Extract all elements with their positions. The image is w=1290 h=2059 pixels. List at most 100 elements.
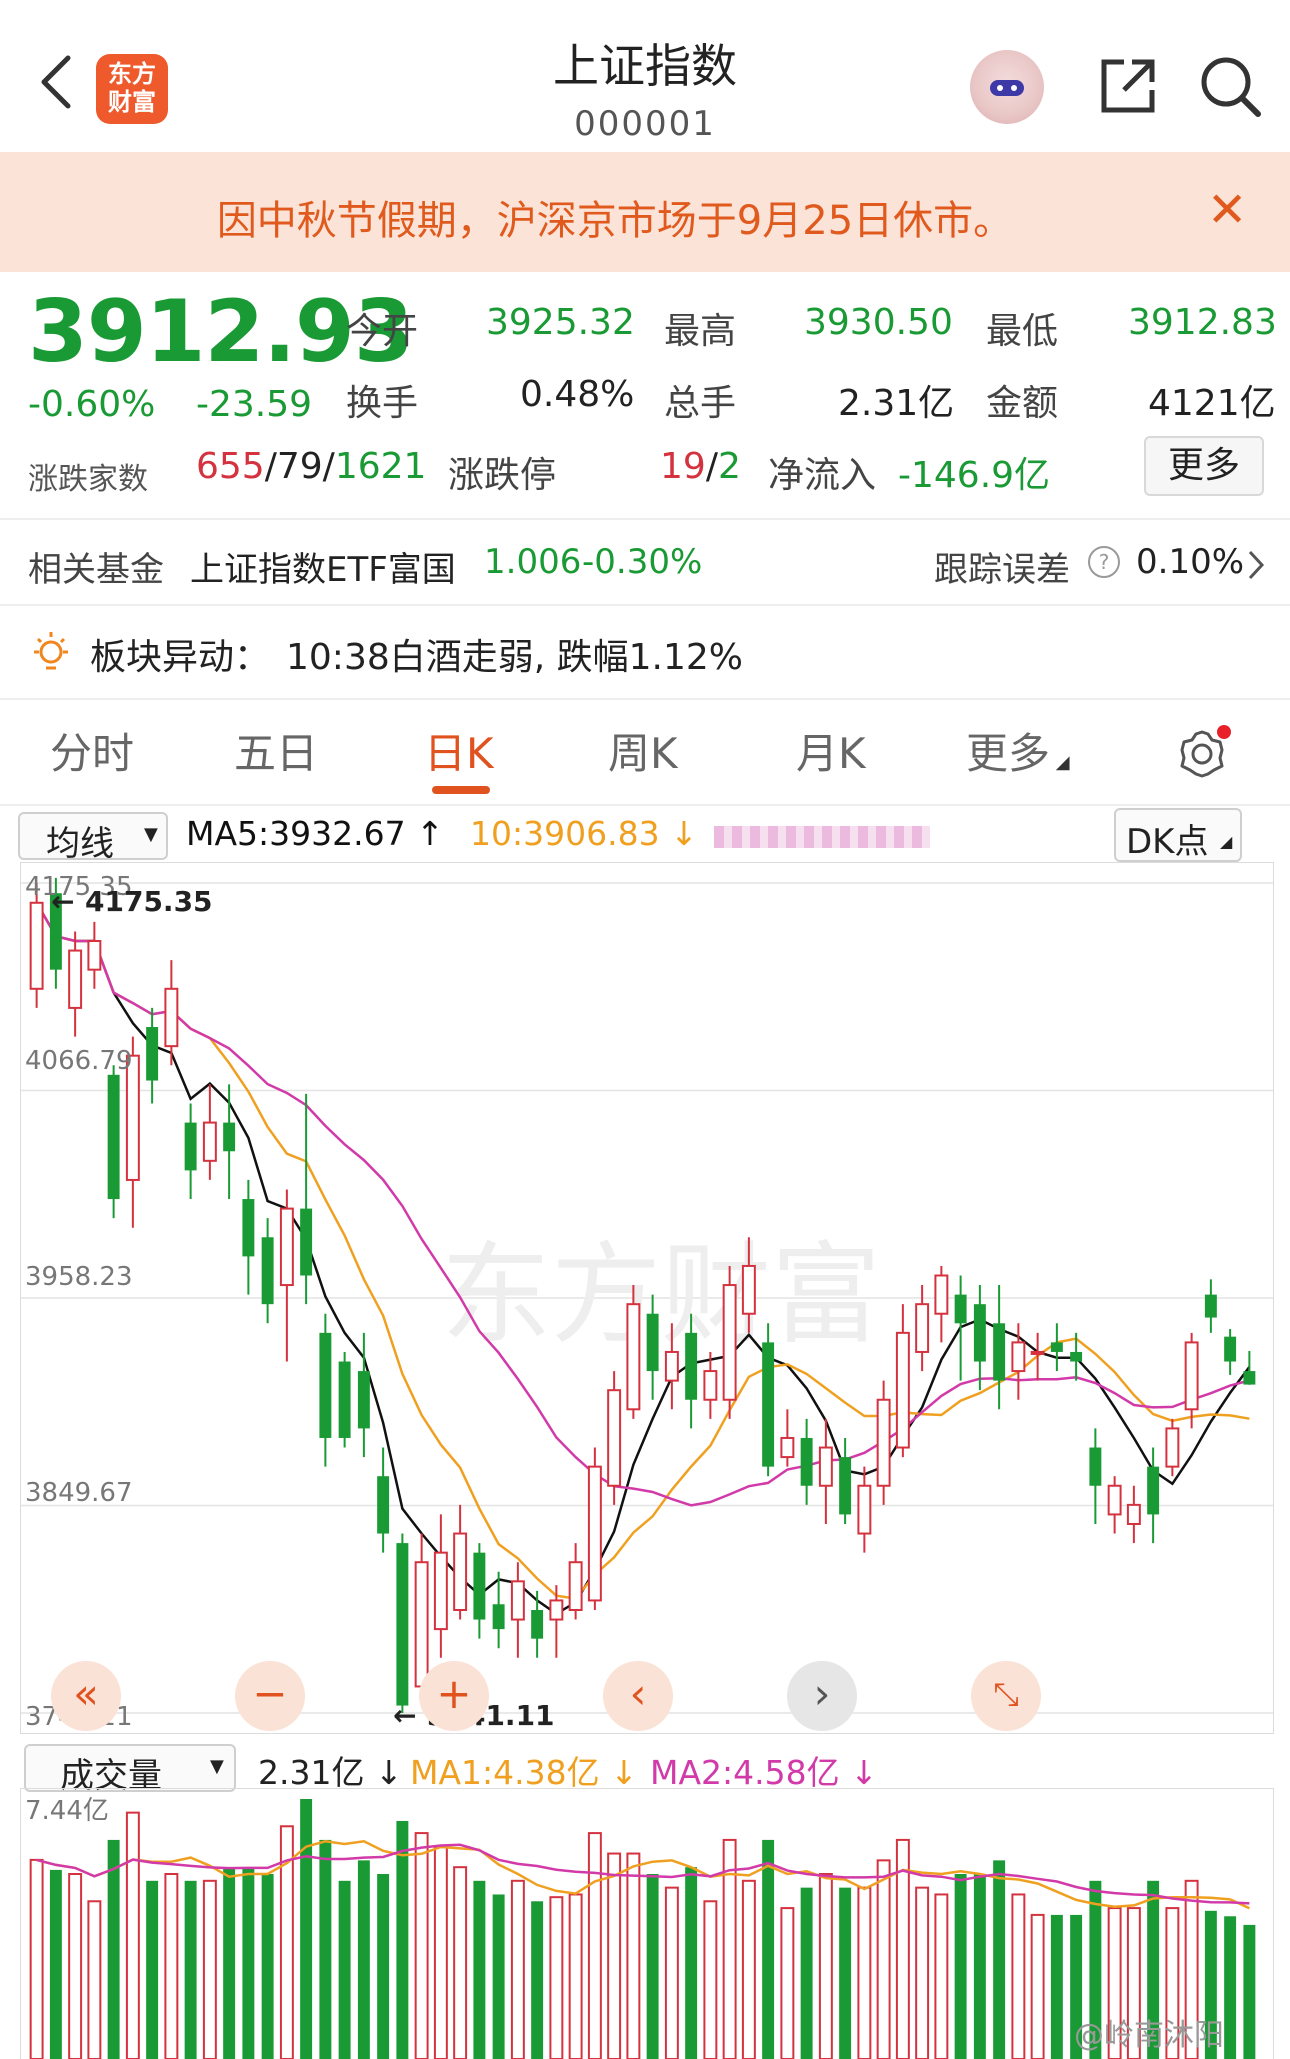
assistant-avatar[interactable] (970, 50, 1044, 124)
candle-body (915, 1303, 930, 1353)
high-value: 3930.50 (804, 302, 953, 343)
volume-bar (993, 1860, 1006, 2059)
search-icon[interactable] (1196, 52, 1264, 120)
ma-selector[interactable]: 均线 ▼ (18, 812, 168, 864)
volume-bar (202, 1879, 217, 2059)
vol-ma2-line (36, 1843, 1250, 1905)
dk-label: DK点 (1126, 822, 1209, 862)
fund-name[interactable]: 上证指数ETF富国 (190, 542, 456, 591)
candle-body (973, 1304, 986, 1362)
volume-selector[interactable]: 成交量 ▼ (24, 1744, 236, 1796)
volume-bar (626, 1852, 641, 2059)
candle-body (895, 1331, 910, 1449)
zoom-in-button[interactable]: + (419, 1661, 489, 1731)
y-tick: 3958.23 (25, 1262, 133, 1292)
tab-more-label: 更多 (966, 729, 1051, 778)
y-tick: 3849.67 (25, 1478, 133, 1508)
volume-bar (49, 1869, 62, 2059)
volume-bar (818, 1873, 833, 2059)
tab-monthly-k[interactable]: 月K (796, 720, 866, 781)
volume-bar (934, 1893, 949, 2059)
tab-more[interactable]: 更多 ◢ (966, 720, 1070, 781)
volume-bar (29, 1858, 44, 2059)
volume-bar (664, 1886, 679, 2059)
scroll-left-fast-button[interactable]: « (51, 1661, 121, 1731)
candle-body (876, 1398, 891, 1487)
candle-body (531, 1609, 544, 1639)
volume-bar (531, 1901, 544, 2059)
candle-body (1204, 1294, 1217, 1318)
volume-bar (68, 1873, 83, 2059)
breadth-label: 涨跌家数 (28, 462, 148, 497)
volume-bar (1030, 1913, 1045, 2059)
notice-text: 因中秋节假期，沪深京市场于9月25日休市。 (216, 198, 1014, 244)
candle-body (300, 1208, 313, 1276)
share-icon[interactable] (1096, 54, 1160, 118)
tab-underline (432, 786, 490, 794)
scroll-left-button[interactable]: ‹ (603, 1661, 673, 1731)
candle-body (68, 949, 83, 1009)
candle-body (492, 1604, 505, 1630)
low-value: 3912.83 (1128, 302, 1277, 343)
track-label: 跟踪误差 (934, 550, 1070, 590)
vol-ma2-text: MA2:4.58亿 (650, 1753, 840, 1792)
alert-label: 板块异动： (90, 637, 271, 678)
candle-body (473, 1552, 486, 1620)
candle-body (164, 987, 179, 1048)
volume-bar (510, 1879, 525, 2059)
zoom-out-button[interactable]: − (235, 1661, 305, 1731)
tab-intraday[interactable]: 分时 (50, 720, 134, 781)
tab-daily-k[interactable]: 日K (424, 720, 494, 781)
change-pct: -0.60% (28, 384, 156, 425)
scroll-right-button[interactable]: › (787, 1661, 857, 1731)
track-value[interactable]: 0.10% (1136, 542, 1244, 582)
breadth-down: 1621 (334, 446, 427, 487)
min-mark-arrow: ← (393, 1699, 416, 1732)
help-icon[interactable]: ? (1088, 546, 1120, 578)
tab-weekly-k[interactable]: 周K (608, 720, 678, 781)
candle-body (107, 1074, 120, 1200)
candle-body (1107, 1484, 1122, 1516)
candle-body (279, 1207, 294, 1287)
volume-bar (300, 1799, 313, 2059)
divider (0, 604, 1290, 606)
candle-body (1243, 1371, 1256, 1385)
candle-body (722, 1284, 737, 1401)
vol-ma1-text: MA1:4.38亿 (410, 1753, 600, 1792)
candle-body (1165, 1427, 1180, 1468)
candle-body (626, 1303, 641, 1411)
candle-body (1011, 1341, 1026, 1373)
candle-body (934, 1274, 949, 1315)
volume-bar (915, 1886, 930, 2059)
candlestick-chart[interactable]: 东方财富 4175.35 4066.79 3958.23 3849.67 374… (20, 862, 1274, 1734)
volume-bar (839, 1887, 852, 2059)
gear-icon[interactable] (1174, 722, 1234, 782)
corner-icon: ◢ (1220, 832, 1233, 851)
fullscreen-button[interactable]: ⤡ (971, 1661, 1041, 1731)
weibo-watermark: @岭南沐阳 (1074, 2018, 1224, 2053)
ma10-text: 10:3906.83 (470, 814, 660, 853)
volume-bar (587, 1832, 602, 2059)
volume-bar (453, 1866, 468, 2059)
vol-ma2: MA2:4.58亿 ↓ (650, 1753, 878, 1792)
candle-body (414, 1561, 429, 1688)
chevron-right-icon[interactable] (1246, 548, 1266, 582)
volume-bar (223, 1867, 236, 2059)
open-label: 今开 (346, 311, 419, 352)
volume-bar (1224, 1916, 1237, 2059)
volume-bar (607, 1852, 622, 2059)
candle-body (433, 1551, 448, 1631)
breadth-up: 655 (196, 446, 265, 487)
close-icon[interactable]: ✕ (1207, 186, 1247, 234)
dk-button[interactable]: DK点 ◢ (1114, 808, 1242, 862)
fund-value: 1.006 (484, 542, 582, 582)
vol-ma1: MA1:4.38亿 ↓ (410, 1753, 638, 1792)
change-value: -23.59 (196, 384, 313, 425)
tab-5day[interactable]: 五日 (234, 720, 318, 781)
candle-body (1147, 1466, 1160, 1515)
alert-text[interactable]: 10:38白酒走弱, 跌幅1.12% (286, 628, 743, 680)
volume-bar (242, 1867, 255, 2059)
volume-bar (184, 1880, 197, 2059)
more-button[interactable]: 更多 (1144, 436, 1264, 496)
limit-values: 19/2 (660, 446, 741, 487)
